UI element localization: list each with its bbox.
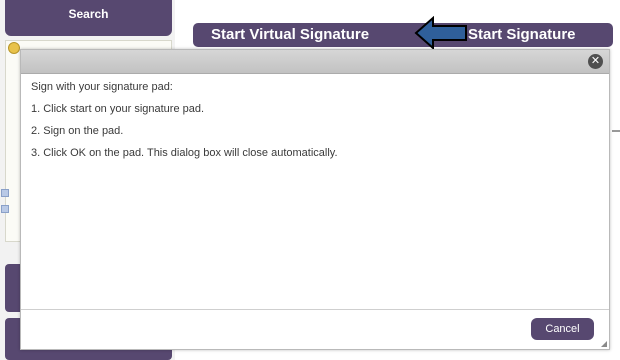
left-edge-icons — [0, 185, 9, 225]
annotation-arrow-icon — [414, 16, 467, 50]
cancel-button[interactable]: Cancel — [531, 318, 594, 340]
instruction-step-3: 3. Click OK on the pad. This dialog box … — [31, 147, 338, 159]
resize-grip-icon[interactable] — [601, 341, 607, 347]
instruction-step-2: 2. Sign on the pad. — [31, 125, 124, 137]
background-divider — [612, 130, 620, 132]
dialog-body: Sign with your signature pad: 1. Click s… — [31, 80, 596, 168]
folder-icon — [8, 42, 20, 54]
signature-toolbar: Start Virtual Signature Start Signature — [193, 23, 613, 47]
start-signature-button[interactable]: Start Signature — [468, 23, 576, 47]
dialog-footer-divider — [21, 309, 609, 310]
instruction-step-1: 1. Click start on your signature pad. — [31, 103, 205, 115]
dialog-titlebar[interactable]: ✕ — [21, 50, 609, 74]
close-icon[interactable]: ✕ — [588, 54, 603, 69]
signature-pad-dialog: ✕ Sign with your signature pad: 1. Click… — [20, 49, 610, 350]
search-button[interactable]: Search — [5, 0, 172, 36]
instruction-heading: Sign with your signature pad: — [31, 81, 173, 93]
start-virtual-signature-button[interactable]: Start Virtual Signature — [211, 23, 369, 47]
